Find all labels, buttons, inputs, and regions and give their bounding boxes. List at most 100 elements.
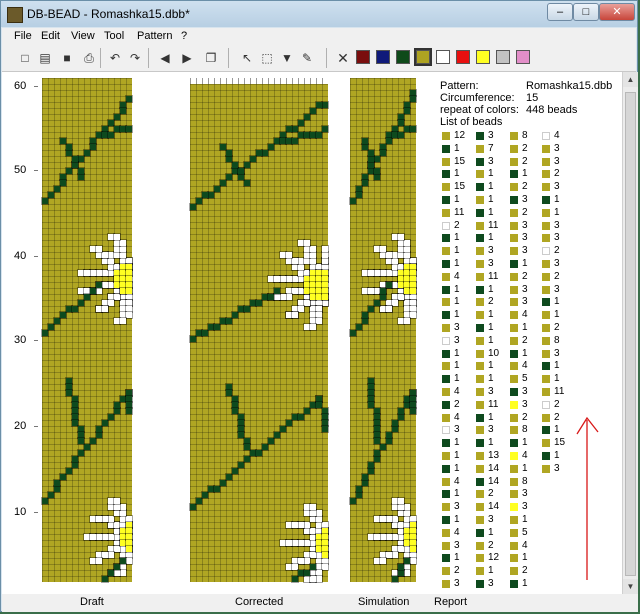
corrected-pane[interactable] (189, 84, 329, 583)
bead-list-swatch (542, 426, 550, 435)
picker-icon[interactable]: ✎ (298, 49, 316, 67)
report-label-circumference: Circumference: (440, 92, 515, 104)
bead-list-swatch (510, 580, 518, 588)
tab-corrected[interactable]: Corrected (235, 596, 283, 608)
bead-white (397, 293, 405, 301)
bead-list-count: 1 (488, 526, 494, 538)
palette-swatch[interactable] (456, 50, 470, 64)
scroll-up-icon[interactable]: ▲ (623, 72, 638, 87)
bead-green (409, 95, 417, 103)
bead-list-swatch (476, 221, 484, 230)
bead-list-count: 2 (488, 296, 494, 308)
fill-icon[interactable]: ▼ (278, 49, 296, 67)
bead-white (285, 539, 293, 547)
bead-green (201, 191, 209, 199)
prev-icon[interactable]: ◀ (156, 49, 174, 67)
bead-list-count: 5 (522, 526, 528, 538)
palette-swatch[interactable] (436, 50, 450, 64)
bead-list-count: 1 (522, 578, 528, 589)
tab-simulation[interactable]: Simulation (358, 596, 409, 608)
report-value-repeat: 448 beads (526, 104, 578, 116)
bead-white (119, 245, 127, 253)
tab-report[interactable]: Report (434, 596, 467, 608)
clear-color-icon[interactable]: ✕ (334, 49, 352, 67)
menu-file[interactable]: File (14, 30, 32, 42)
redo-icon[interactable]: ↷ (126, 49, 144, 67)
bead-list-swatch (510, 490, 518, 499)
bead-green (361, 311, 369, 319)
palette-swatch[interactable] (376, 50, 390, 64)
palette-swatch[interactable] (496, 50, 510, 64)
scroll-down-icon[interactable]: ▼ (623, 579, 638, 594)
simulation-pane[interactable] (349, 78, 417, 583)
save-icon[interactable]: ■ (58, 49, 76, 67)
bead-list-swatch (542, 196, 550, 204)
bead-green (195, 197, 203, 205)
bead-green (367, 467, 375, 475)
pointer-icon[interactable]: ↖ (238, 49, 256, 67)
toolbar-separator (148, 48, 149, 68)
bead-list-count: 3 (488, 578, 494, 589)
bead-green (219, 179, 227, 187)
preview-icon[interactable]: ❐ (202, 49, 220, 67)
bead-list-swatch (476, 400, 484, 409)
bead-list-swatch (476, 311, 484, 320)
ruler-tick (34, 170, 38, 171)
menu-edit[interactable]: Edit (41, 30, 60, 42)
palette-swatch[interactable] (414, 48, 432, 66)
bead-white (385, 269, 393, 277)
print-icon[interactable]: ⎙ (80, 49, 98, 67)
bead-white (83, 269, 91, 277)
bead-white (403, 569, 411, 577)
vertical-scrollbar[interactable]: ▲ ▼ (622, 72, 638, 594)
palette-swatch[interactable] (476, 50, 490, 64)
bead-list-count: 4 (454, 411, 460, 423)
bead-green (89, 143, 97, 151)
bead-green (409, 407, 417, 415)
menu-pattern[interactable]: Pattern (137, 30, 172, 42)
bead-green (373, 455, 381, 463)
new-icon[interactable]: □ (16, 49, 34, 67)
bead-white (95, 287, 103, 295)
bead-green (361, 317, 369, 325)
next-icon[interactable]: ▶ (178, 49, 196, 67)
bead-list-count: 2 (554, 245, 560, 257)
bead-list-swatch (442, 490, 450, 499)
bead-list-count: 1 (488, 437, 494, 449)
menu-help[interactable]: ? (181, 30, 187, 42)
bead-list-swatch (476, 183, 484, 192)
bead-list-count: 12 (488, 552, 500, 564)
bead-list-swatch (476, 375, 484, 384)
minimize-button[interactable]: – (547, 3, 573, 21)
bead-green (59, 137, 67, 145)
scroll-thumb[interactable] (625, 92, 636, 576)
maximize-button[interactable]: □ (573, 3, 599, 21)
bead-green (267, 437, 275, 445)
bead-green (231, 467, 239, 475)
bead-green (195, 497, 203, 505)
bead-list-swatch (542, 183, 550, 192)
bead-list-swatch (476, 567, 484, 576)
undo-icon[interactable]: ↶ (106, 49, 124, 67)
bead-list-swatch (442, 272, 450, 281)
close-button[interactable]: ✕ (599, 3, 635, 21)
bead-list-swatch (476, 413, 484, 422)
select-icon[interactable]: ⬚ (258, 49, 276, 67)
tab-draft[interactable]: Draft (80, 596, 104, 608)
bead-green (95, 431, 103, 439)
open-icon[interactable]: ▤ (36, 49, 54, 67)
palette-swatch[interactable] (396, 50, 410, 64)
bead-list-swatch (542, 247, 550, 256)
bead-white (403, 317, 411, 325)
bead-list-count: 3 (522, 194, 528, 205)
draft-pane[interactable] (41, 78, 133, 583)
bead-list-count: 4 (454, 386, 460, 397)
palette-swatch[interactable] (516, 50, 530, 64)
bead-list-swatch (476, 426, 484, 435)
bead-list-swatch (510, 234, 518, 243)
menu-view[interactable]: View (71, 30, 95, 42)
bead-list-count: 3 (488, 258, 494, 269)
menu-tool[interactable]: Tool (104, 30, 124, 42)
bead-list-count: 2 (522, 411, 528, 423)
palette-swatch[interactable] (356, 50, 370, 64)
